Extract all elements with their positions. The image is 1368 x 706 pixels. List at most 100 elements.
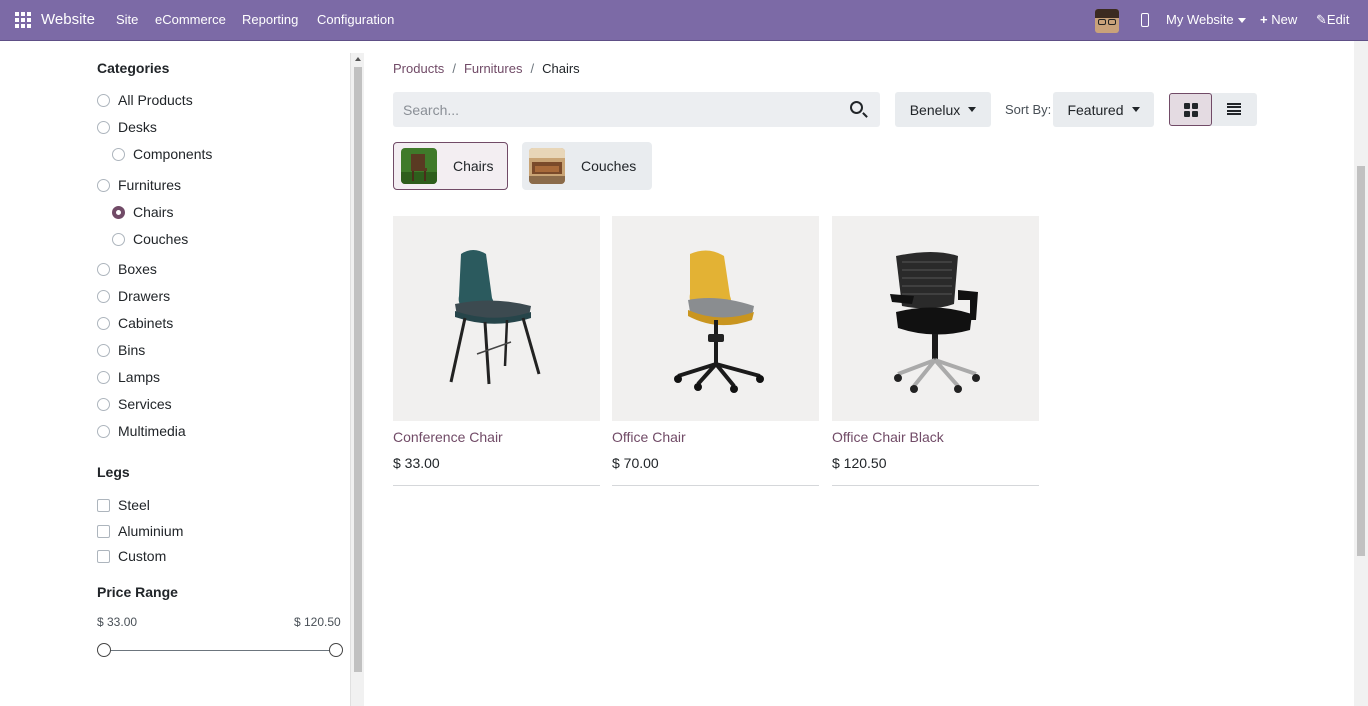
chairs-thumbnail: [401, 148, 437, 184]
category-label: Multimedia: [118, 423, 186, 439]
grid-view-button[interactable]: [1169, 93, 1212, 126]
website-selector-label: My Website: [1166, 12, 1234, 27]
radio-button[interactable]: [97, 424, 110, 438]
product-card-office-chair[interactable]: Office Chair $ 70.00: [612, 216, 819, 486]
product-card-office-chair-black[interactable]: Office Chair Black $ 120.50: [832, 216, 1039, 486]
main-scrollbar[interactable]: [1354, 41, 1368, 706]
chevron-down-icon: [968, 107, 977, 112]
breadcrumb-products[interactable]: Products: [393, 61, 444, 76]
subcategory-chairs[interactable]: Chairs: [393, 142, 508, 190]
product-name[interactable]: Office Chair Black: [832, 429, 944, 445]
app-brand[interactable]: Website: [41, 11, 95, 28]
category-services[interactable]: Services: [97, 396, 172, 412]
product-image[interactable]: [393, 216, 600, 421]
category-label: Components: [133, 146, 213, 162]
top-navbar: Website Site eCommerce Reporting Configu…: [0, 0, 1368, 41]
filter-label: Custom: [118, 548, 167, 564]
scroll-up-icon[interactable]: [355, 57, 361, 61]
search-box: [393, 92, 880, 127]
category-multimedia[interactable]: Multimedia: [97, 423, 186, 439]
sort-value: Featured: [1067, 101, 1124, 118]
plus-icon: +: [1260, 12, 1268, 27]
radio-button[interactable]: [97, 262, 110, 276]
pricelist-label: Benelux: [909, 101, 961, 118]
pricelist-dropdown[interactable]: Benelux: [895, 92, 991, 127]
category-label: Couches: [133, 231, 189, 247]
checkbox[interactable]: [97, 549, 110, 563]
breadcrumb: Products / Furnitures / Chairs: [393, 61, 580, 76]
category-boxes[interactable]: Boxes: [97, 261, 157, 277]
apps-menu-icon[interactable]: [15, 12, 31, 28]
sort-dropdown[interactable]: Featured: [1053, 92, 1154, 127]
category-desks[interactable]: Desks: [97, 119, 157, 135]
price-slider-max-handle[interactable]: [329, 643, 343, 657]
category-label: All Products: [118, 92, 193, 108]
breadcrumb-separator: /: [452, 61, 456, 76]
price-min-label: $ 33.00: [97, 615, 138, 629]
price-slider-min-handle[interactable]: [97, 643, 111, 657]
category-label: Cabinets: [118, 315, 174, 331]
category-all-products[interactable]: All Products: [97, 92, 193, 108]
menu-site[interactable]: Site: [116, 12, 138, 27]
radio-button[interactable]: [112, 205, 125, 219]
category-components[interactable]: Components: [112, 146, 212, 162]
menu-ecommerce[interactable]: eCommerce: [155, 12, 226, 27]
radio-button[interactable]: [97, 316, 110, 330]
radio-button[interactable]: [97, 120, 110, 134]
couches-thumbnail: [529, 148, 565, 184]
radio-button[interactable]: [97, 397, 110, 411]
user-avatar[interactable]: [1095, 9, 1119, 33]
filter-legs-custom[interactable]: Custom: [97, 548, 166, 564]
search-icon[interactable]: [850, 101, 863, 114]
mobile-preview-icon[interactable]: [1141, 13, 1149, 27]
chevron-down-icon: [1237, 18, 1246, 24]
new-button[interactable]: + New: [1260, 12, 1297, 27]
category-furnitures[interactable]: Furnitures: [97, 177, 181, 193]
category-label: Boxes: [118, 261, 157, 277]
website-selector[interactable]: My Website: [1166, 12, 1246, 27]
price-slider-track[interactable]: [104, 650, 336, 651]
product-image[interactable]: [612, 216, 819, 421]
category-cabinets[interactable]: Cabinets: [97, 315, 173, 331]
category-bins[interactable]: Bins: [97, 342, 145, 358]
breadcrumb-furnitures[interactable]: Furnitures: [464, 61, 523, 76]
sidebar-scrollbar-thumb[interactable]: [354, 67, 362, 672]
radio-button[interactable]: [97, 178, 110, 192]
filter-legs-steel[interactable]: Steel: [97, 497, 150, 513]
subcategory-label: Chairs: [453, 158, 494, 174]
checkbox[interactable]: [97, 498, 110, 512]
category-couches[interactable]: Couches: [112, 231, 188, 247]
sidebar-scrollbar[interactable]: [350, 53, 364, 706]
category-label: Desks: [118, 119, 157, 135]
radio-button[interactable]: [112, 147, 125, 161]
search-input[interactable]: [393, 92, 833, 127]
radio-button[interactable]: [112, 232, 125, 246]
breadcrumb-separator: /: [530, 61, 535, 76]
main-scrollbar-thumb[interactable]: [1357, 166, 1365, 556]
category-lamps[interactable]: Lamps: [97, 369, 160, 385]
edit-label: Edit: [1326, 12, 1350, 27]
radio-button[interactable]: [97, 370, 110, 384]
category-chairs[interactable]: Chairs: [112, 204, 173, 220]
product-name[interactable]: Conference Chair: [393, 429, 503, 445]
list-view-button[interactable]: [1227, 103, 1241, 115]
radio-button[interactable]: [97, 289, 110, 303]
menu-configuration[interactable]: Configuration: [317, 12, 394, 27]
filter-legs-aluminium[interactable]: Aluminium: [97, 523, 183, 539]
radio-button[interactable]: [97, 343, 110, 357]
subcategory-couches[interactable]: Couches: [522, 142, 652, 190]
product-name[interactable]: Office Chair: [612, 429, 686, 445]
category-label: Services: [118, 396, 172, 412]
product-image[interactable]: [832, 216, 1039, 421]
divider: [832, 485, 1039, 486]
sort-by-label: Sort By:: [1005, 102, 1052, 117]
category-label: Lamps: [118, 369, 161, 385]
checkbox[interactable]: [97, 524, 110, 538]
product-price: $ 70.00: [612, 455, 659, 471]
radio-button[interactable]: [97, 93, 110, 107]
filter-label: Aluminium: [118, 523, 184, 539]
menu-reporting[interactable]: Reporting: [242, 12, 298, 27]
product-card-conference-chair[interactable]: Conference Chair $ 33.00: [393, 216, 600, 486]
edit-button[interactable]: ✎Edit: [1316, 12, 1349, 28]
category-drawers[interactable]: Drawers: [97, 288, 170, 304]
